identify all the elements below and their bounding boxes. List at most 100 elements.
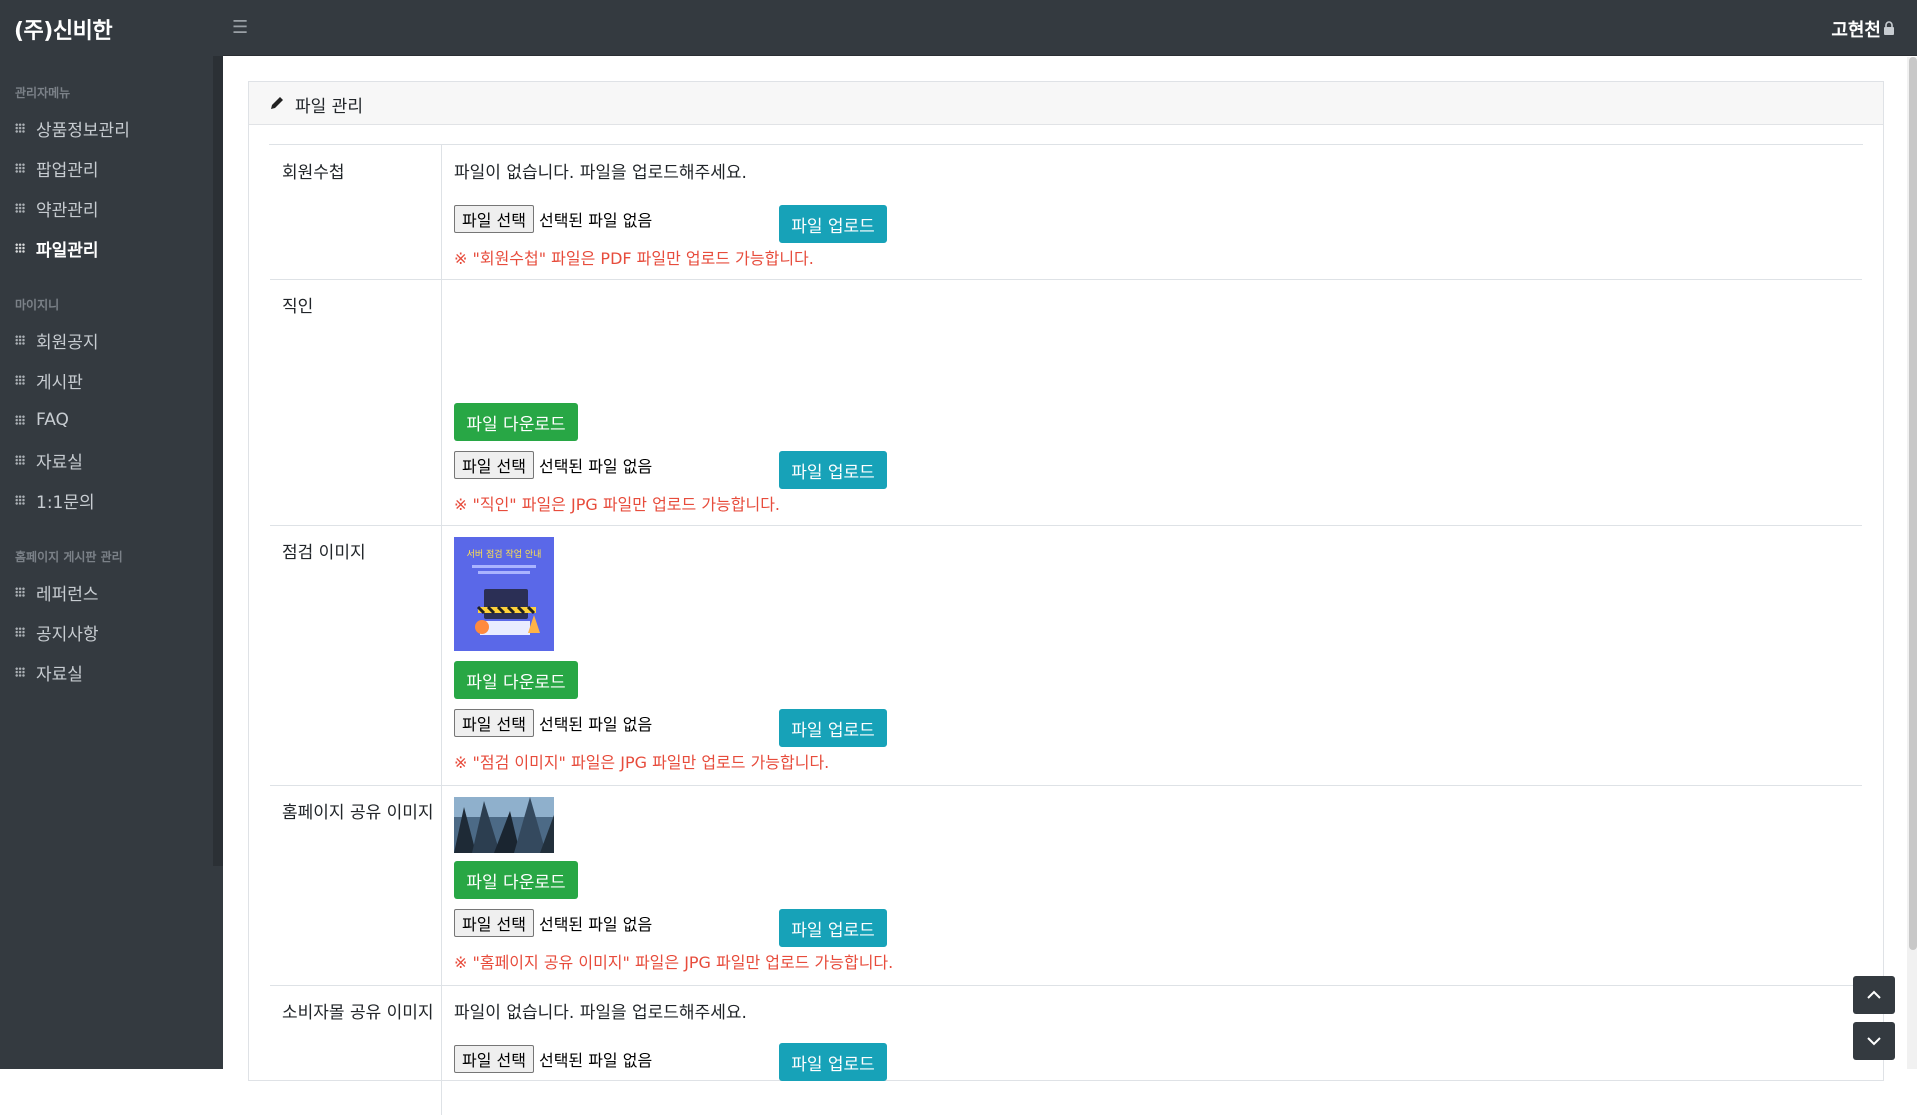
sidebar-item-products[interactable]: 상품정보관리 xyxy=(15,114,130,142)
table-row: 소비자몰 공유 이미지 파일이 없습니다. 파일을 업로드해주세요. 파일 선택… xyxy=(270,985,1862,1115)
brand-logo-text[interactable]: (주)신비한 xyxy=(14,13,113,45)
upload-note: ※ "회원수첩" 파일은 PDF 파일만 업로드 가능합니다. xyxy=(454,249,814,268)
sidebar-item-label: 1:1문의 xyxy=(36,492,95,513)
file-status: 선택된 파일 없음 xyxy=(538,211,653,230)
sidebar-item-label: 팝업관리 xyxy=(36,160,99,181)
upload-note: ※ "점검 이미지" 파일은 JPG 파일만 업로드 가능합니다. xyxy=(454,753,830,772)
download-button[interactable]: 파일 다운로드 xyxy=(454,403,578,441)
download-button[interactable]: 파일 다운로드 xyxy=(454,861,578,899)
grid-icon xyxy=(15,123,25,133)
sidebar-item-label: 자료실 xyxy=(36,452,83,473)
sidebar-section-admin: 관리자메뉴 xyxy=(15,86,71,100)
sidebar-scrollbar[interactable] xyxy=(213,56,223,866)
sidebar-item-label: FAQ xyxy=(36,410,69,430)
main-content: 파일 관리 회원수첩 파일이 없습니다. 파일을 업로드해주세요. 파일 선택 … xyxy=(223,57,1917,1115)
file-input[interactable]: 파일 선택 선택된 파일 없음 xyxy=(454,909,652,937)
pencil-icon xyxy=(271,97,283,109)
scroll-top-button[interactable] xyxy=(1853,976,1895,1014)
file-table: 회원수첩 파일이 없습니다. 파일을 업로드해주세요. 파일 선택 선택된 파일… xyxy=(269,144,1863,1115)
row-label-cell: 회원수첩 xyxy=(270,145,442,279)
chevron-down-icon xyxy=(1867,1037,1881,1046)
lock-icon[interactable] xyxy=(1883,21,1895,35)
row-content-cell: 서버 점검 작업 안내 파일 다운로드 파일 선택 선택된 파일 없음 파일 업… xyxy=(442,525,1862,785)
sidebar-section-mygenie: 마이지니 xyxy=(15,298,60,312)
upload-button[interactable]: 파일 업로드 xyxy=(779,1043,887,1081)
empty-message: 파일이 없습니다. 파일을 업로드해주세요. xyxy=(454,163,747,183)
grid-icon xyxy=(15,203,25,213)
table-row: 홈페이지 공유 이미지 파일 다운로드 파일 선택 선택된 파일 없음 파일 업… xyxy=(270,785,1862,986)
chevron-up-icon xyxy=(1867,990,1881,999)
sidebar-item-popups[interactable]: 팝업관리 xyxy=(15,154,99,182)
user-name[interactable]: 고현천 xyxy=(1831,16,1881,42)
homepage-share-image-thumbnail[interactable] xyxy=(454,797,554,853)
sidebar-item-archive[interactable]: 자료실 xyxy=(15,446,83,474)
grid-icon xyxy=(15,375,25,385)
table-row: 직인 파일 다운로드 파일 선택 선택된 파일 없음 파일 업로드 ※ "직인"… xyxy=(270,279,1862,526)
upload-note: ※ "직인" 파일은 JPG 파일만 업로드 가능합니다. xyxy=(454,495,781,514)
sidebar-item-label: 게시판 xyxy=(36,372,83,393)
scroll-bottom-button[interactable] xyxy=(1853,1022,1895,1060)
table-row: 점검 이미지 서버 점검 작업 안내 파일 다운로드 파일 선택 선택된 파일 … xyxy=(270,525,1862,786)
upload-note: ※ "홈페이지 공유 이미지" 파일은 JPG 파일만 업로드 가능합니다. xyxy=(454,953,894,972)
download-button[interactable]: 파일 다운로드 xyxy=(454,661,578,699)
grid-icon xyxy=(15,667,25,677)
sidebar-item-label: 파일관리 xyxy=(36,240,99,261)
row-content-cell: 파일 다운로드 파일 선택 선택된 파일 없음 파일 업로드 ※ "직인" 파일… xyxy=(442,279,1862,525)
file-choose-button[interactable]: 파일 선택 xyxy=(454,709,534,737)
file-status: 선택된 파일 없음 xyxy=(538,457,653,476)
sidebar-item-files[interactable]: 파일관리 xyxy=(15,234,99,262)
grid-icon xyxy=(15,163,25,173)
sidebar-item-inquiry[interactable]: 1:1문의 xyxy=(15,486,95,514)
grid-icon xyxy=(15,335,25,345)
upload-button[interactable]: 파일 업로드 xyxy=(779,709,887,747)
file-management-card: 파일 관리 회원수첩 파일이 없습니다. 파일을 업로드해주세요. 파일 선택 … xyxy=(248,81,1884,1115)
sidebar-item-faq[interactable]: FAQ xyxy=(15,406,69,434)
row-content-cell: 파일 다운로드 파일 선택 선택된 파일 없음 파일 업로드 ※ "홈페이지 공… xyxy=(442,785,1862,985)
table-row: 회원수첩 파일이 없습니다. 파일을 업로드해주세요. 파일 선택 선택된 파일… xyxy=(270,145,1862,280)
sidebar-item-member-notice[interactable]: 회원공지 xyxy=(15,326,99,354)
file-input[interactable]: 파일 선택 선택된 파일 없음 xyxy=(454,451,652,479)
card-title: 파일 관리 xyxy=(295,97,363,117)
grid-icon xyxy=(15,415,25,425)
row-label: 직인 xyxy=(282,297,314,317)
sidebar-section-homepage: 홈페이지 게시판 관리 xyxy=(15,550,123,564)
sidebar-item-terms[interactable]: 약관관리 xyxy=(15,194,99,222)
menu-toggle-icon[interactable]: ☰ xyxy=(232,17,248,38)
page-scrollbar-thumb[interactable] xyxy=(1909,57,1917,950)
file-choose-button[interactable]: 파일 선택 xyxy=(454,205,534,233)
upload-button[interactable]: 파일 업로드 xyxy=(779,205,887,243)
row-label: 소비자몰 공유 이미지 xyxy=(282,1003,434,1023)
thumbnail-caption: 서버 점검 작업 안내 xyxy=(467,548,542,560)
grid-icon xyxy=(15,627,25,637)
empty-message: 파일이 없습니다. 파일을 업로드해주세요. xyxy=(454,1003,747,1023)
file-status: 선택된 파일 없음 xyxy=(538,1051,653,1070)
row-label: 점검 이미지 xyxy=(282,543,366,563)
upload-button[interactable]: 파일 업로드 xyxy=(779,909,887,947)
sidebar-item-notices[interactable]: 공지사항 xyxy=(15,618,99,646)
row-label-cell: 소비자몰 공유 이미지 xyxy=(270,985,442,1115)
file-input[interactable]: 파일 선택 선택된 파일 없음 xyxy=(454,205,652,233)
row-label-cell: 점검 이미지 xyxy=(270,525,442,785)
file-choose-button[interactable]: 파일 선택 xyxy=(454,451,534,479)
row-content-cell: 파일이 없습니다. 파일을 업로드해주세요. 파일 선택 선택된 파일 없음 파… xyxy=(442,145,1862,279)
file-status: 선택된 파일 없음 xyxy=(538,715,653,734)
sidebar-item-label: 약관관리 xyxy=(36,200,99,221)
sidebar-item-homepage-archive[interactable]: 자료실 xyxy=(15,658,83,686)
grid-icon xyxy=(15,243,25,253)
file-choose-button[interactable]: 파일 선택 xyxy=(454,909,534,937)
sidebar-item-reference[interactable]: 레퍼런스 xyxy=(15,578,99,606)
sidebar-item-label: 상품정보관리 xyxy=(36,120,130,141)
card-header: 파일 관리 xyxy=(249,82,1883,125)
file-input[interactable]: 파일 선택 선택된 파일 없음 xyxy=(454,709,652,737)
brand-area: (주)신비한 xyxy=(0,0,223,56)
grid-icon xyxy=(15,495,25,505)
row-label-cell: 직인 xyxy=(270,279,442,525)
row-label-cell: 홈페이지 공유 이미지 xyxy=(270,785,442,985)
upload-button[interactable]: 파일 업로드 xyxy=(779,451,887,489)
maintenance-image-thumbnail[interactable]: 서버 점검 작업 안내 xyxy=(454,537,554,651)
sidebar-item-label: 자료실 xyxy=(36,664,83,685)
sidebar-item-board[interactable]: 게시판 xyxy=(15,366,83,394)
sidebar-item-label: 회원공지 xyxy=(36,332,99,353)
file-status: 선택된 파일 없음 xyxy=(538,915,653,934)
top-navbar: (주)신비한 ☰ 고현천 xyxy=(0,0,1917,56)
